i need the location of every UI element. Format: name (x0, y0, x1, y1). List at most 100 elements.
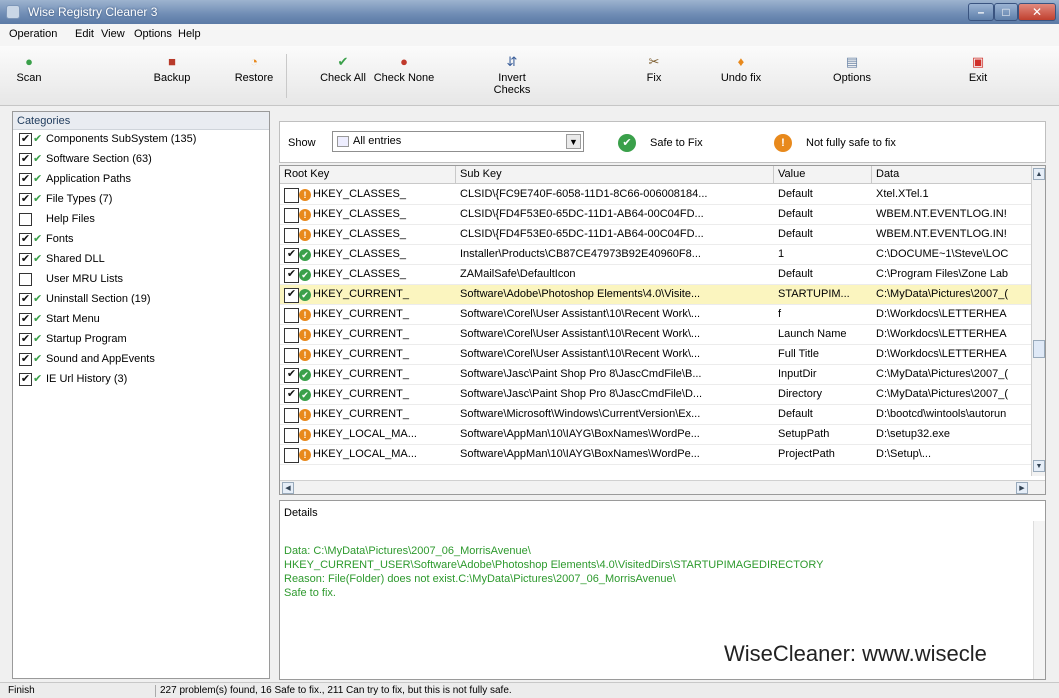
category-checkbox[interactable] (19, 213, 32, 226)
backup-button[interactable]: ■ Backup (146, 50, 198, 102)
cell-value: InputDir (778, 368, 817, 380)
table-row[interactable]: ! HKEY_CLASSES_ CLSID\{FD4F53E0-65DC-11D1-… (280, 205, 1032, 225)
table-row[interactable]: ✔ ✔ HKEY_CURRENT_ Software\Jasc\Paint Shop … (280, 365, 1032, 385)
row-checkbox[interactable]: ✔ (284, 288, 299, 303)
warning-shield-icon: ! (299, 209, 311, 221)
row-checkbox[interactable]: ✔ (284, 268, 299, 283)
category-checkbox[interactable] (19, 273, 32, 286)
category-checkbox[interactable]: ✔ (19, 193, 32, 206)
row-checkbox[interactable]: ✔ (284, 368, 299, 383)
row-checkbox[interactable] (284, 188, 299, 203)
check-all-button[interactable]: ✔ Check All (312, 50, 374, 102)
cell-sub-key: CLSID\{FD4F53E0-65DC-11D1-AB64-00C04FD..… (460, 228, 704, 240)
cell-sub-key: Software\Adobe\Photoshop Elements\4.0\Vi… (460, 288, 701, 300)
category-item[interactable]: ✔ ✔ Software Section (63) (13, 150, 269, 170)
options-button[interactable]: ▤ Options (822, 50, 882, 102)
category-checkbox[interactable]: ✔ (19, 333, 32, 346)
category-label: Application Paths (46, 173, 131, 185)
category-checkbox[interactable]: ✔ (19, 153, 32, 166)
category-item[interactable]: ✔ ✔ Fonts (13, 230, 269, 250)
menu-help[interactable]: Help (175, 28, 204, 40)
title-bar[interactable]: Wise Registry Cleaner 3 – □ ✕ (0, 0, 1059, 24)
table-row[interactable]: ! HKEY_CURRENT_ Software\Corel\User Assist… (280, 325, 1032, 345)
category-checkbox[interactable]: ✔ (19, 293, 32, 306)
table-row[interactable]: ! HKEY_CLASSES_ CLSID\{FC9E740F-6058-11D1-… (280, 185, 1032, 205)
row-checkbox[interactable] (284, 448, 299, 463)
row-checkbox[interactable] (284, 428, 299, 443)
category-item[interactable]: ✔ ✔ Startup Program (13, 330, 269, 350)
minimize-button[interactable]: – (968, 3, 994, 21)
toolbar-separator (286, 54, 287, 98)
category-item[interactable]: Help Files (13, 210, 269, 230)
scroll-thumb[interactable] (1033, 340, 1045, 358)
category-checkbox[interactable]: ✔ (19, 133, 32, 146)
table-row[interactable]: ! HKEY_CURRENT_ Software\Microsoft\Windows… (280, 405, 1032, 425)
row-checkbox[interactable] (284, 408, 299, 423)
exit-icon: ▣ (971, 54, 985, 69)
check-none-button[interactable]: ● Check None (372, 50, 436, 102)
details-scrollbar[interactable] (1033, 521, 1045, 679)
scroll-left-icon[interactable]: ◀ (282, 482, 294, 494)
table-row[interactable]: ! HKEY_LOCAL_MA... Software\AppMan\10\IAYG… (280, 445, 1032, 465)
vertical-scrollbar[interactable]: ▲ ▼ (1031, 166, 1045, 476)
column-sub-key[interactable]: Sub Key (456, 166, 774, 184)
category-checkbox[interactable]: ✔ (19, 373, 32, 386)
table-row[interactable]: ! HKEY_CLASSES_ CLSID\{FD4F53E0-65DC-11D1-… (280, 225, 1032, 245)
scroll-down-icon[interactable]: ▼ (1033, 460, 1045, 472)
options-icon: ▤ (845, 54, 859, 69)
table-row[interactable]: ! HKEY_LOCAL_MA... Software\AppMan\10\IAYG… (280, 425, 1032, 445)
invert-checks-button[interactable]: ⇵ Invert Checks (488, 50, 536, 102)
scroll-right-icon[interactable]: ▶ (1016, 482, 1028, 494)
category-checkbox[interactable]: ✔ (19, 313, 32, 326)
warning-shield-icon: ! (299, 349, 311, 361)
restore-button[interactable]: ◔ Restore (228, 50, 280, 102)
row-checkbox[interactable] (284, 208, 299, 223)
exit-button[interactable]: ▣ Exit (958, 50, 998, 102)
table-row[interactable]: ✔ ✔ HKEY_CURRENT_ Software\Adobe\Photoshop … (280, 285, 1032, 305)
table-row[interactable]: ✔ ✔ HKEY_CLASSES_ Installer\Products\CB87CE… (280, 245, 1032, 265)
chevron-down-icon[interactable]: ▼ (566, 134, 581, 149)
category-checkbox[interactable]: ✔ (19, 353, 32, 366)
scroll-up-icon[interactable]: ▲ (1033, 168, 1045, 180)
menu-view[interactable]: View (98, 28, 128, 40)
category-item[interactable]: ✔ ✔ IE Url History (3) (13, 370, 269, 390)
menu-operation[interactable]: Operation (6, 28, 60, 40)
cell-data: C:\MyData\Pictures\2007_( (876, 388, 1009, 400)
cell-root-key: HKEY_CLASSES_ (313, 208, 406, 220)
close-button[interactable]: ✕ (1018, 3, 1056, 21)
row-checkbox[interactable] (284, 348, 299, 363)
undo-fix-button[interactable]: ♦ Undo fix (710, 50, 772, 102)
menu-edit[interactable]: Edit (72, 28, 97, 40)
warning-shield-icon: ! (299, 229, 311, 241)
category-checkbox[interactable]: ✔ (19, 173, 32, 186)
category-checkbox[interactable]: ✔ (19, 253, 32, 266)
category-item[interactable]: ✔ ✔ Components SubSystem (135) (13, 130, 269, 150)
entries-filter-select[interactable]: All entries ▼ (332, 131, 584, 152)
cell-root-key: HKEY_CLASSES_ (313, 268, 406, 280)
column-value[interactable]: Value (774, 166, 872, 184)
row-checkbox[interactable] (284, 328, 299, 343)
row-checkbox[interactable] (284, 228, 299, 243)
category-item[interactable]: ✔ ✔ Uninstall Section (19) (13, 290, 269, 310)
table-row[interactable]: ✔ ✔ HKEY_CURRENT_ Software\Jasc\Paint Shop … (280, 385, 1032, 405)
row-checkbox[interactable]: ✔ (284, 388, 299, 403)
category-item[interactable]: ✔ ✔ Start Menu (13, 310, 269, 330)
category-checkbox[interactable]: ✔ (19, 233, 32, 246)
category-item[interactable]: User MRU Lists (13, 270, 269, 290)
table-row[interactable]: ! HKEY_CURRENT_ Software\Corel\User Assist… (280, 305, 1032, 325)
table-row[interactable]: ! HKEY_CURRENT_ Software\Corel\User Assist… (280, 345, 1032, 365)
column-data[interactable]: Data (872, 166, 1032, 184)
category-item[interactable]: ✔ ✔ Application Paths (13, 170, 269, 190)
category-item[interactable]: ✔ ✔ File Types (7) (13, 190, 269, 210)
maximize-button[interactable]: □ (994, 3, 1018, 21)
fix-button[interactable]: ✂ Fix (634, 50, 674, 102)
column-root-key[interactable]: Root Key (280, 166, 456, 184)
row-checkbox[interactable]: ✔ (284, 248, 299, 263)
table-row[interactable]: ✔ ✔ HKEY_CLASSES_ ZAMailSafe\DefaultIcon Def… (280, 265, 1032, 285)
scan-button[interactable]: ● Scan (6, 50, 52, 102)
row-checkbox[interactable] (284, 308, 299, 323)
category-item[interactable]: ✔ ✔ Shared DLL (13, 250, 269, 270)
category-item[interactable]: ✔ ✔ Sound and AppEvents (13, 350, 269, 370)
horizontal-scrollbar[interactable]: ◀ ▶ (280, 480, 1045, 494)
menu-options[interactable]: Options (131, 28, 175, 40)
